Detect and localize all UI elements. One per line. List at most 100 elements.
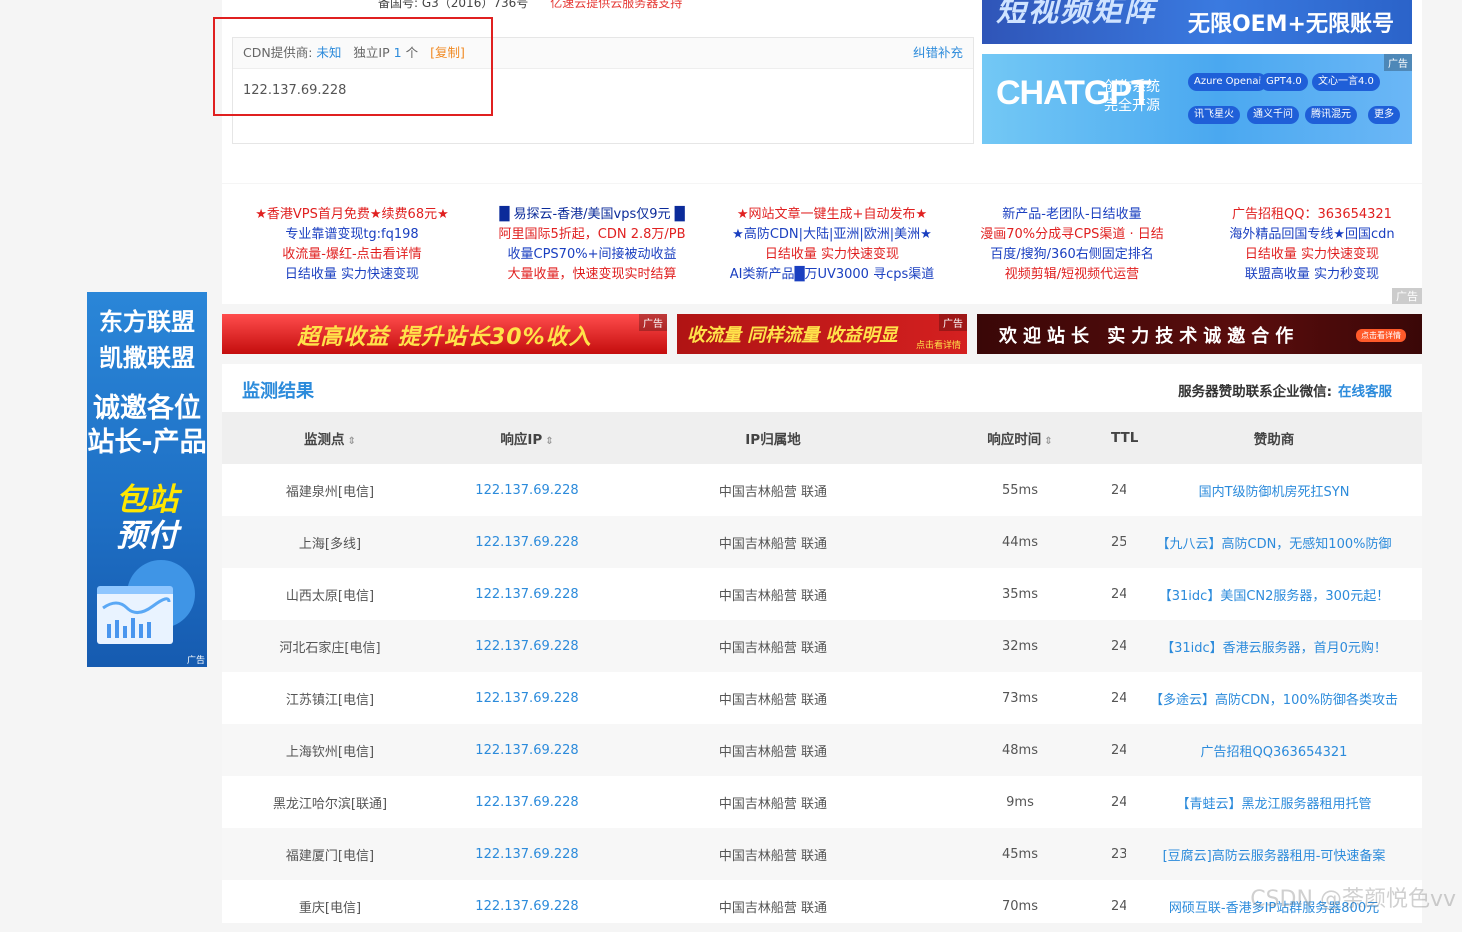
cell-response-ip: 122.137.69.228 xyxy=(438,828,616,880)
col-header-ip[interactable]: 响应IP ⇕ xyxy=(438,412,616,464)
side-banner-ad[interactable]: 东方联盟 凯撒联盟 诚邀各位 站长-产品 包站 预付 广告 xyxy=(87,292,207,667)
ad-link[interactable]: ★香港VPS首月免费★续费68元★ xyxy=(232,205,472,225)
ad-link[interactable]: 百度/搜狗/360右侧固定排名 xyxy=(952,245,1192,265)
cell-monitor-point: 重庆[电信] xyxy=(298,900,362,916)
cell-sponsor-link[interactable]: [豆腐云]高防云服务器租用-可快速备案 xyxy=(1163,849,1386,864)
cell-response-ip-link[interactable]: 122.137.69.228 xyxy=(475,795,578,810)
cell-response-ip-link[interactable]: 122.137.69.228 xyxy=(475,847,578,862)
ad-link[interactable]: 日结收量 实力快速变现 xyxy=(232,265,472,285)
cell-response-ip: 122.137.69.228 xyxy=(438,724,616,776)
table-row: 福建厦门[电信] 122.137.69.228 中国吉林船营 联通45ms239 [豆… xyxy=(222,828,1422,880)
cell-sponsor-link[interactable]: 【31idc】美国CN2服务器，300元起！ xyxy=(1159,589,1389,604)
ad-link[interactable]: 广告招租QQ：363654321 xyxy=(1192,205,1432,225)
cell-sponsor-link[interactable]: 国内T级防御机房死扛SYN xyxy=(1199,485,1350,500)
chip-gpt4: GPT4.0 xyxy=(1260,73,1308,91)
ad-link[interactable]: 海外精品回国专线★回国cdn xyxy=(1192,225,1432,245)
ad-link[interactable]: 视频剪辑/短视频代运营 xyxy=(952,265,1192,285)
ad-link[interactable]: 专业靠谱变现tg:fq198 xyxy=(232,225,472,245)
ad-link[interactable]: 阿里国际5折起，CDN 2.8万/PB xyxy=(472,225,712,245)
cell-ttl: 240 xyxy=(1111,898,1126,914)
ad-link[interactable]: 收量CPS70%+间接被动收益 xyxy=(472,245,712,265)
cell-response-ip: 122.137.69.228 xyxy=(438,880,616,932)
cell-response-ip: 122.137.69.228 xyxy=(438,464,616,516)
cell-ip-location: 中国吉林船营 联通 xyxy=(616,724,930,776)
ad-link[interactable]: 新产品-老团队-日结收量 xyxy=(952,205,1192,225)
cell-sponsor: 【31idc】美国CN2服务器，300元起！ xyxy=(1126,568,1422,620)
ad-link[interactable]: AI类新产品█万UV3000 寻cps渠道 xyxy=(712,265,952,285)
table-row: 重庆[电信]122.137.69.228中国吉林船营 联通70ms240网硕互联… xyxy=(222,880,1422,932)
results-table: 监测点 ⇕ 响应IP ⇕ IP归属地 响应时间 ⇕ TTL 赞助商 福建泉州[电信] 1… xyxy=(222,412,1422,932)
ad-link[interactable]: 漫画70%分成寻CPS渠道 · 日结 xyxy=(952,225,1192,245)
record-number-line: 备国号: G3（2016）736号 亿速云提供云服务器支持 xyxy=(378,0,682,11)
banner-oem-title: 短视频矩阵 xyxy=(996,0,1156,29)
cell-response-ip-link[interactable]: 122.137.69.228 xyxy=(475,483,578,498)
banner-income-ad[interactable]: 超高收益 提升站长30%收入 广告 xyxy=(222,314,667,354)
sort-icon: ⇕ xyxy=(1044,436,1053,447)
cell-response-time: 35ms xyxy=(1002,586,1038,602)
cell-sponsor-link[interactable]: 【31idc】香港云服务器，首月0元购！ xyxy=(1161,641,1387,656)
cell-ip-location: 中国吉林船营 联通 xyxy=(616,516,930,568)
banner-traffic-ad[interactable]: 收流量 同样流量 收益明显 点击看详情 广告 xyxy=(677,314,967,354)
online-service-link[interactable]: 在线客服 xyxy=(1338,384,1392,400)
results-title: 监测结果 xyxy=(242,381,314,402)
cell-response-ip-link[interactable]: 122.137.69.228 xyxy=(475,587,578,602)
record-number: 备国号: G3（2016）736号 xyxy=(378,0,529,10)
cell-ttl: 251 xyxy=(1110,516,1126,568)
server-support-text[interactable]: 亿速云提供云服务器支持 xyxy=(550,0,682,10)
chip-azure-openai: Azure Openai xyxy=(1188,73,1268,91)
ad-link[interactable]: ★高防CDN|大陆|亚洲|欧洲|美洲★ xyxy=(712,225,952,245)
cell-response-ip-link[interactable]: 122.137.69.228 xyxy=(475,639,578,654)
chip-xunfei: 讯飞星火 xyxy=(1188,106,1240,124)
banner-welcome-ad[interactable]: 欢迎站长 实力技术诚邀合作 点击看详情 xyxy=(977,314,1422,354)
ad-link[interactable]: ★网站文章一键生成+自动发布★ xyxy=(712,205,952,225)
cell-response-ip-link[interactable]: 122.137.69.228 xyxy=(475,743,578,758)
cell-sponsor: 【青蛙云】黑龙江服务器租用托管 xyxy=(1126,776,1422,828)
ad-link[interactable]: 联盟高收量 实力秒变现 xyxy=(1192,265,1432,285)
table-row: 江苏镇江[电信] 122.137.69.228 中国吉林船营 联通 73ms 241 【多… xyxy=(222,672,1422,724)
ad-link[interactable]: 收流量-爆红-点击看详情 xyxy=(232,245,472,265)
banner-chatgpt-subtitle: 创作系统 完全开源 xyxy=(1104,79,1160,114)
table-row: 上海[多线] 122.137.69.228 中国吉林船营 联通44ms251 【九八云… xyxy=(222,516,1422,568)
cell-response-ip-link[interactable]: 122.137.69.228 xyxy=(475,535,578,550)
cell-ttl: 241 xyxy=(1111,586,1126,602)
chip-wenxin: 文心一言4.0 xyxy=(1312,73,1380,91)
col-header-sponsor: 赞助商 xyxy=(1126,412,1422,464)
cell-ip-location: 中国吉林船营 联通 xyxy=(616,620,930,672)
sort-icon: ⇕ xyxy=(347,436,356,447)
cell-sponsor: 【31idc】香港云服务器，首月0元购！ xyxy=(1126,620,1422,672)
col-header-point[interactable]: 监测点 ⇕ xyxy=(222,412,438,464)
col-header-time[interactable]: 响应时间 ⇕ xyxy=(930,412,1110,464)
cell-sponsor: [豆腐云]高防云服务器租用-可快速备案 xyxy=(1126,828,1422,880)
banner-traffic-sub: 点击看详情 xyxy=(915,341,961,351)
banner-welcome-text: 欢迎站长 实力技术诚邀合作 xyxy=(999,326,1300,347)
ad-link[interactable]: 日结收量 实力快速变现 xyxy=(1192,245,1432,265)
report-correction-link[interactable]: 纠错补充 xyxy=(913,38,963,68)
ad-column: ★网站文章一键生成+自动发布★ ★高防CDN|大陆|亚洲|欧洲|美洲★ 日结收量… xyxy=(712,205,952,285)
ad-link[interactable]: 日结收量 实力快速变现 xyxy=(712,245,952,265)
cell-ttl: 244 xyxy=(1111,482,1126,498)
banner-income-text: 超高收益 提升站长30%收入 xyxy=(297,325,592,350)
side-banner-line: 预付 xyxy=(116,518,178,554)
banner-oem-ad[interactable]: 短视频矩阵 无限OEM+无限账号 xyxy=(982,0,1412,44)
cell-response-ip: 122.137.69.228 xyxy=(438,516,616,568)
sponsor-contact-label: 服务器赞助联系企业微信: xyxy=(1178,384,1332,400)
cell-monitor-point: 上海钦州[电信] xyxy=(222,724,438,776)
ad-link[interactable]: 大量收量，快速变现实时结算 xyxy=(472,265,712,285)
chip-hunyuan: 腾讯混元 xyxy=(1305,106,1357,124)
cell-ip-location: 中国吉林船营 联通 xyxy=(718,588,828,604)
cell-monitor-point: 河北石家庄[电信] xyxy=(222,620,438,672)
watermark: CSDN @荼颜悦色vv xyxy=(1250,887,1456,912)
banner-welcome-button[interactable]: 点击看详情 xyxy=(1356,329,1406,342)
cell-sponsor-link[interactable]: 【九八云】高防CDN，无感知100%防御 xyxy=(1157,537,1392,552)
cell-response-ip-link[interactable]: 122.137.69.228 xyxy=(475,691,578,706)
ad-link[interactable]: █ 易探云-香港/美国vps仅9元 █ xyxy=(472,205,712,225)
cell-sponsor-link[interactable]: 广告招租QQ363654321 xyxy=(1201,745,1348,760)
cell-response-time: 48ms xyxy=(930,724,1110,776)
cell-sponsor-link[interactable]: 【青蛙云】黑龙江服务器租用托管 xyxy=(1176,797,1371,812)
table-row: 上海钦州[电信] 122.137.69.228 中国吉林船营 联通48ms243 广告… xyxy=(222,724,1422,776)
cell-monitor-point: 上海[多线] xyxy=(222,516,438,568)
banner-chatgpt-ad[interactable]: CHATGPT 创作系统 完全开源 Azure Openai GPT4.0 文心… xyxy=(982,54,1412,144)
cell-response-ip-link[interactable]: 122.137.69.228 xyxy=(475,899,578,914)
cell-monitor-point: 山西太原[电信] xyxy=(285,588,375,604)
cell-sponsor-link[interactable]: 【多途云】高防CDN，100%防御各类攻击 xyxy=(1150,693,1398,708)
